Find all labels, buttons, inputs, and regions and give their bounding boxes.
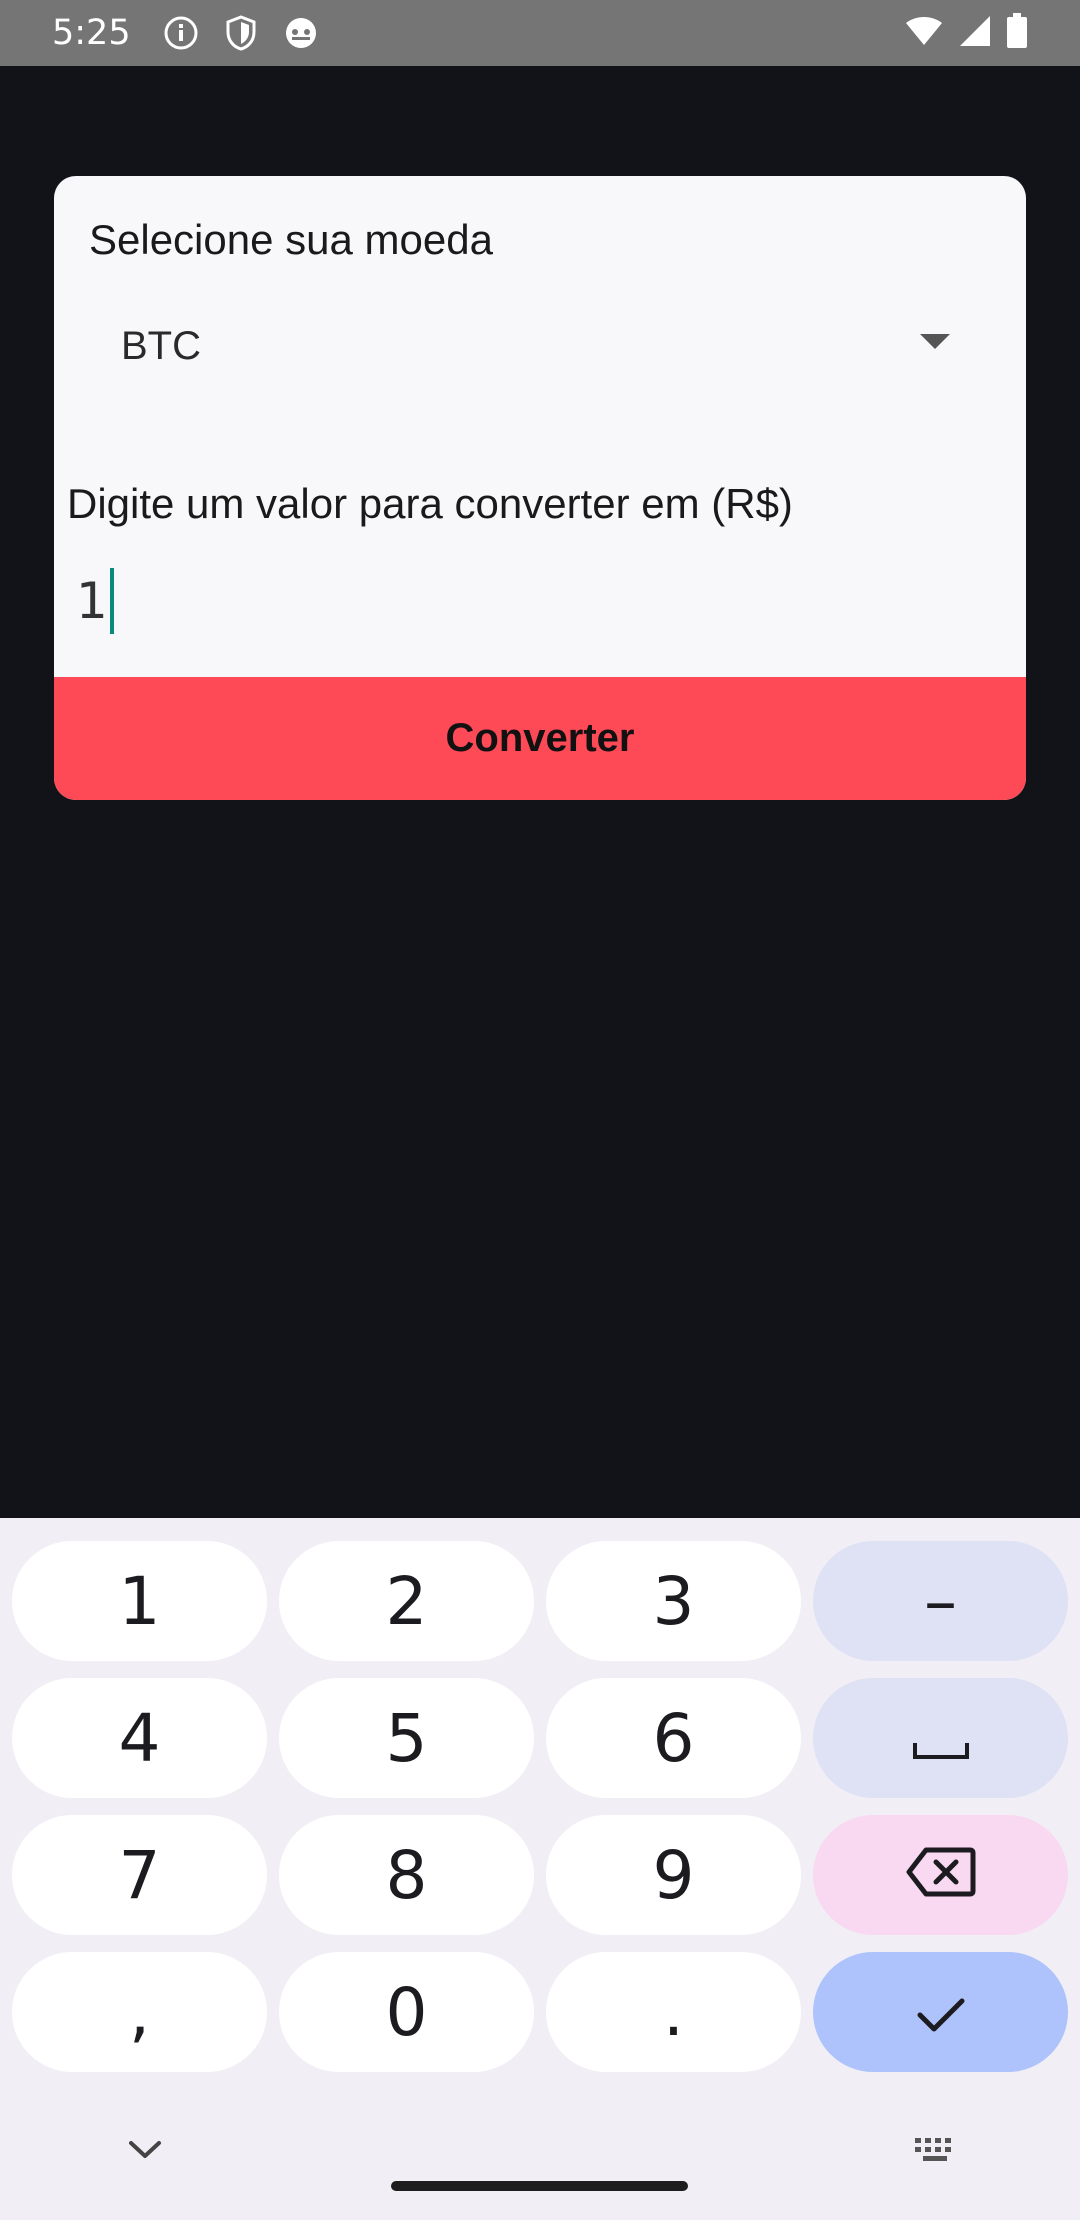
status-bar: 5:25 [0,0,1080,66]
key-3[interactable]: 3 [546,1541,801,1661]
key-7[interactable]: 7 [12,1815,267,1935]
home-indicator[interactable] [391,2181,688,2191]
value-input-text: 1 [76,572,108,630]
status-right [904,12,1028,54]
key-minus[interactable]: – [813,1541,1068,1661]
dropdown-arrow-icon [920,334,950,349]
converter-card: Selecione sua moeda BTC Digite um valor … [54,176,1026,800]
shield-icon [221,13,261,53]
value-label: Digite um valor para converter em (R$) [67,480,793,527]
key-8[interactable]: 8 [279,1815,534,1935]
key-5[interactable]: 5 [279,1678,534,1798]
currency-select[interactable]: BTC [88,296,968,396]
key-space[interactable] [813,1678,1068,1798]
key-period[interactable]: . [546,1952,801,2072]
key-1[interactable]: 1 [12,1541,267,1661]
chevron-down-icon[interactable] [120,2130,170,2170]
key-9[interactable]: 9 [546,1815,801,1935]
key-6[interactable]: 6 [546,1678,801,1798]
space-icon [911,1700,971,1777]
currency-selected-value: BTC [121,323,201,368]
currency-label: Selecione sua moeda [89,216,493,263]
convert-button[interactable]: Converter [54,677,1026,800]
key-4[interactable]: 4 [12,1678,267,1798]
value-input[interactable]: 1 [76,556,976,646]
wifi-icon [904,15,944,52]
check-icon [915,1974,967,2051]
keyboard-icon[interactable] [910,2130,960,2170]
numeric-keyboard: 1 2 3 – 4 5 6 7 8 9 , 0 . [0,1518,1080,2220]
key-backspace[interactable] [813,1815,1068,1935]
cell-signal-icon [958,14,992,53]
info-icon [161,13,201,53]
key-2[interactable]: 2 [279,1541,534,1661]
text-cursor [109,568,114,634]
key-0[interactable]: 0 [279,1952,534,2072]
battery-icon [1006,12,1028,54]
backspace-icon [906,1837,976,1914]
android-head-icon [281,13,321,53]
key-done[interactable] [813,1952,1068,2072]
key-comma[interactable]: , [12,1952,267,2072]
status-time: 5:25 [52,13,131,53]
